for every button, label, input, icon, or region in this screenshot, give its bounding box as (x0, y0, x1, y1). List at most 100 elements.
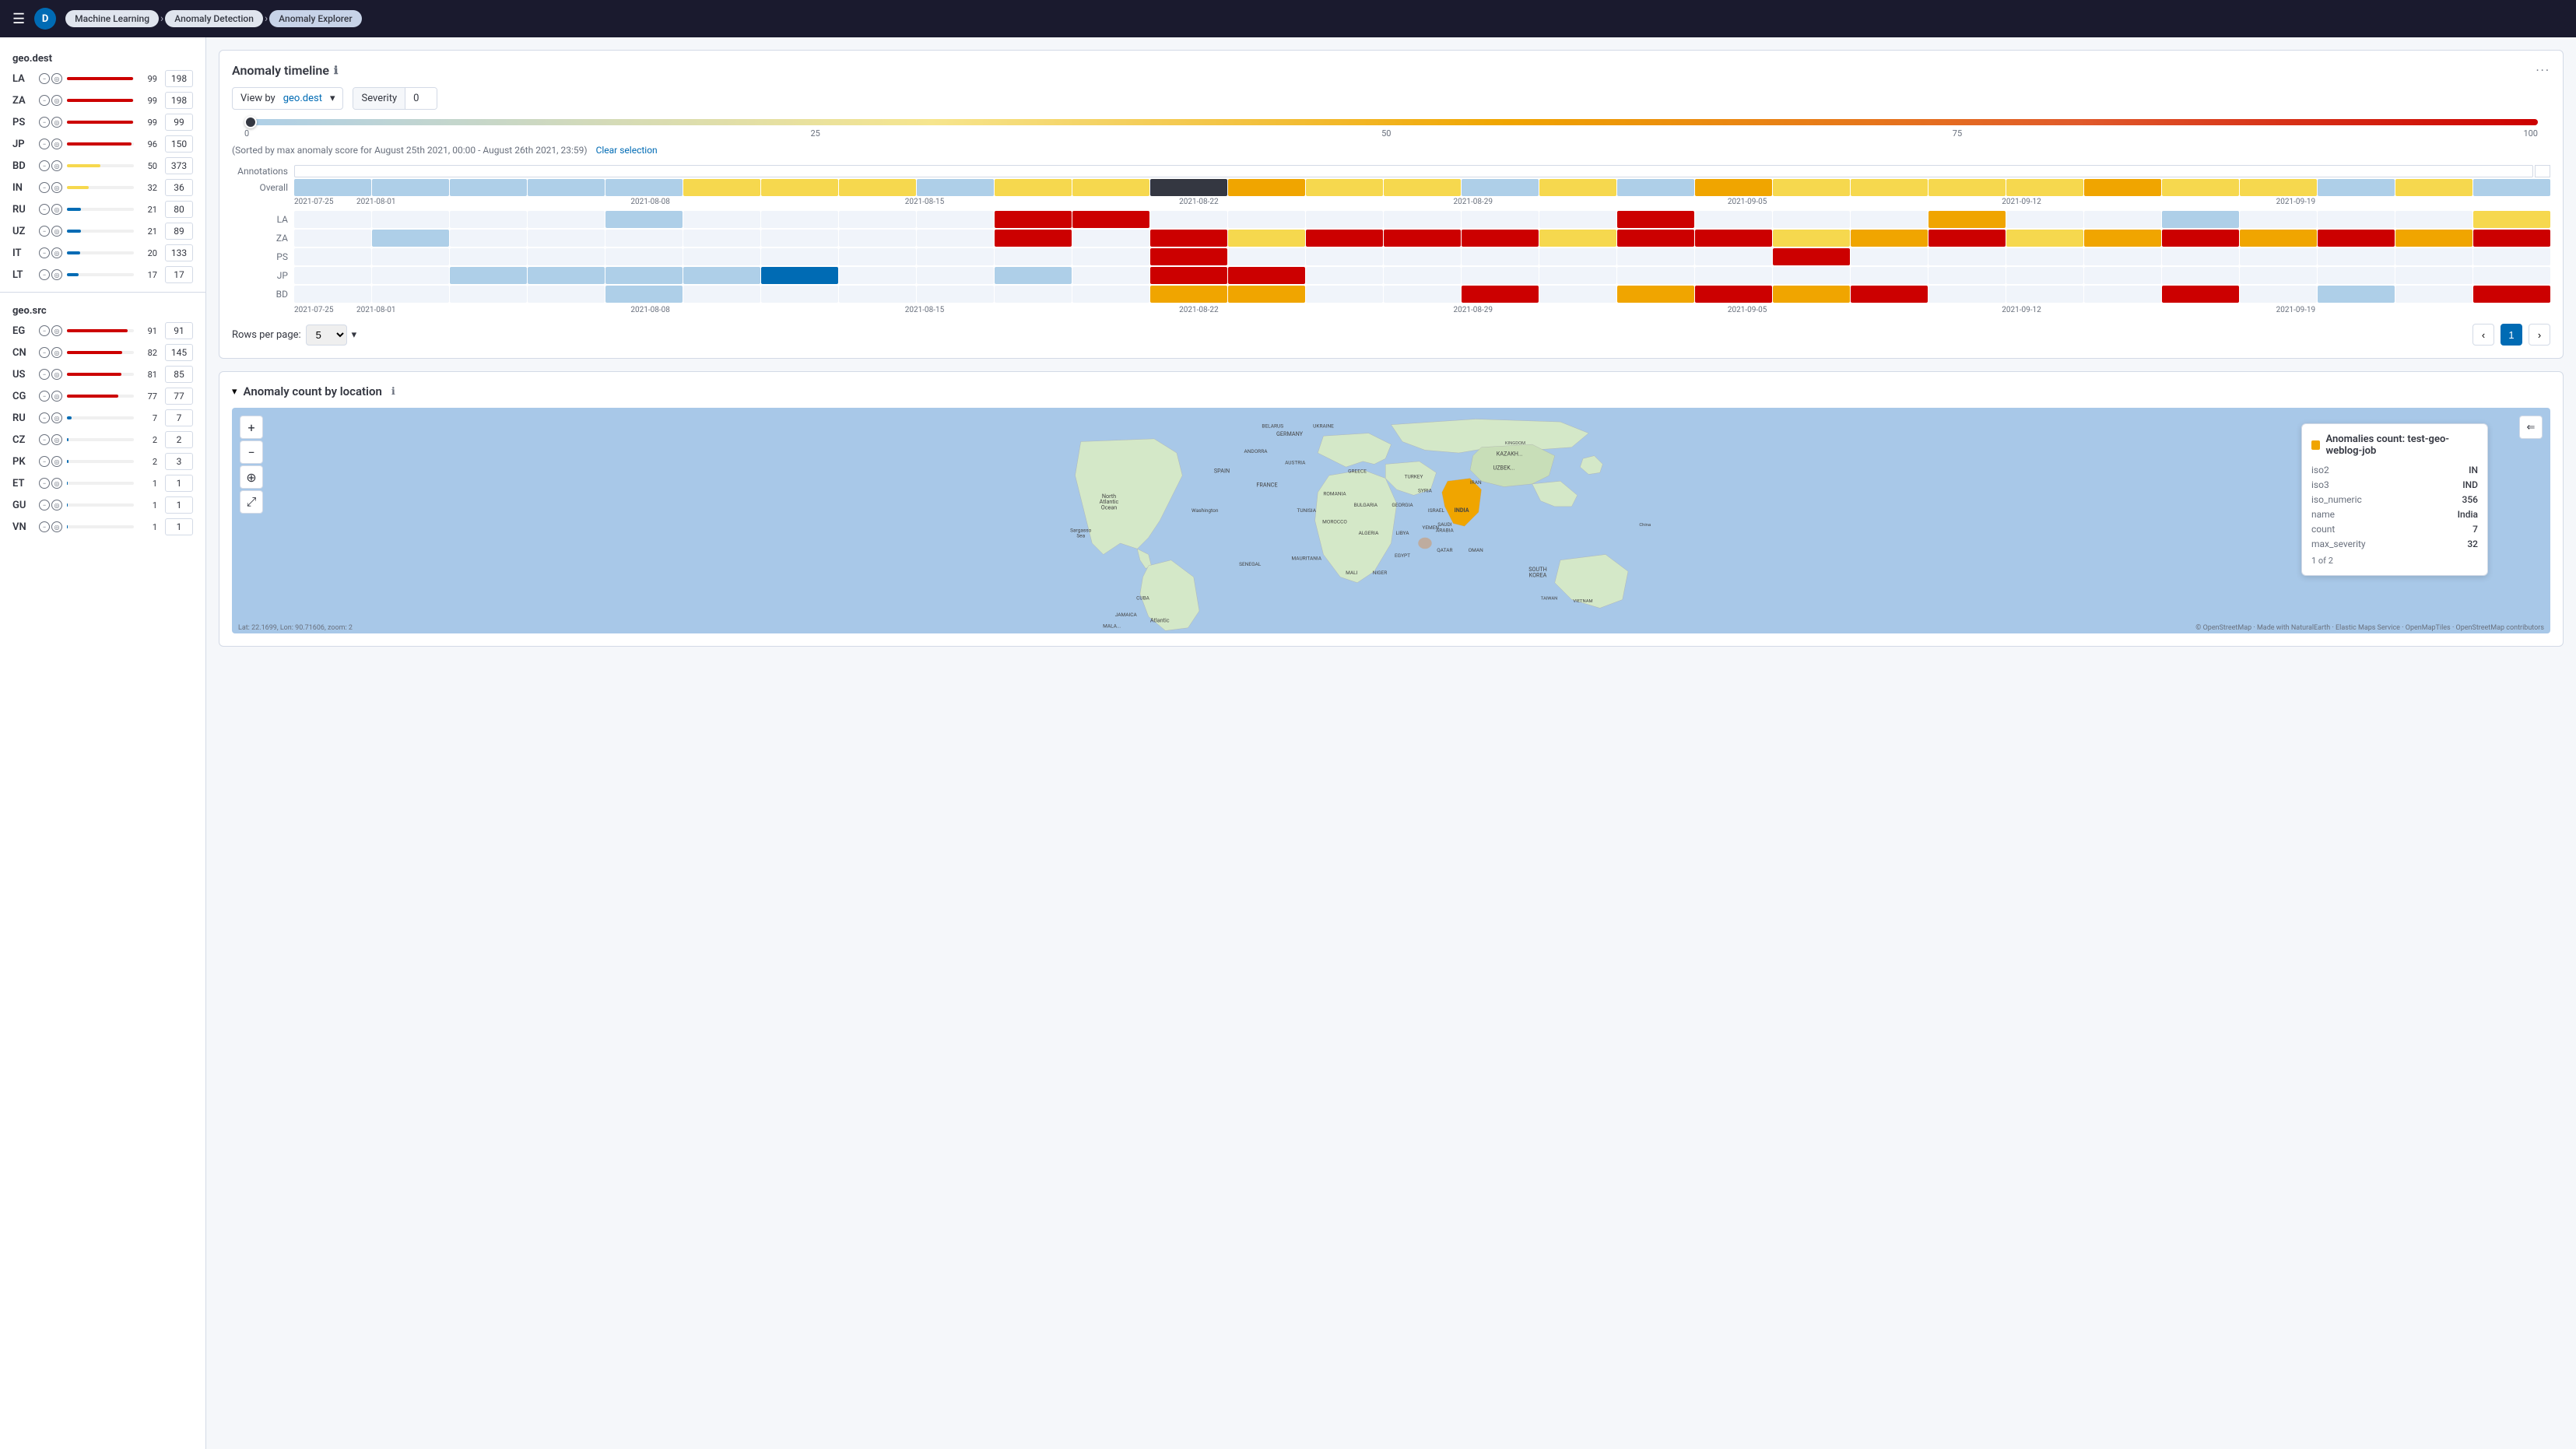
timeline-cell[interactable] (2084, 179, 2161, 196)
compass-icon[interactable]: ⊕ (240, 465, 263, 489)
list-item[interactable]: CN − ◎ 82 145 (0, 342, 205, 363)
circle-icon[interactable]: ◎ (51, 456, 62, 467)
circle-icon[interactable]: ◎ (51, 347, 62, 358)
circle-icon[interactable]: ◎ (51, 269, 62, 280)
timeline-cell[interactable] (1150, 179, 1227, 196)
list-item[interactable]: UZ − ◎ 21 89 (0, 220, 205, 242)
timeline-cell[interactable] (1306, 179, 1383, 196)
severity-value[interactable]: 0 (405, 88, 437, 109)
minus-icon[interactable]: − (39, 226, 50, 237)
list-item[interactable]: IN − ◎ 32 36 (0, 177, 205, 198)
circle-icon[interactable]: ◎ (51, 478, 62, 489)
timeline-cell[interactable] (2240, 179, 2317, 196)
timeline-cell[interactable] (294, 179, 371, 196)
timeline-cell[interactable] (683, 179, 760, 196)
list-item[interactable]: ET − ◎ 1 1 (0, 472, 205, 494)
list-item[interactable]: BD − ◎ 50 373 (0, 155, 205, 177)
circle-icon[interactable]: ◎ (51, 412, 62, 423)
circle-icon[interactable]: ◎ (51, 139, 62, 149)
list-item[interactable]: RU − ◎ 7 7 (0, 407, 205, 429)
minus-icon[interactable]: − (39, 347, 50, 358)
list-item[interactable]: JP − ◎ 96 150 (0, 133, 205, 155)
circle-icon[interactable]: ◎ (51, 95, 62, 106)
minus-icon[interactable]: − (39, 456, 50, 467)
minus-icon[interactable]: − (39, 412, 50, 423)
circle-icon[interactable]: ◎ (51, 160, 62, 171)
timeline-cell[interactable] (995, 179, 1072, 196)
circle-icon[interactable]: ◎ (51, 182, 62, 193)
timeline-cell[interactable] (605, 179, 683, 196)
list-item[interactable]: PS − ◎ 99 99 (0, 111, 205, 133)
minus-icon[interactable]: − (39, 478, 50, 489)
breadcrumb-machine-learning[interactable]: Machine Learning (65, 10, 159, 27)
list-item[interactable]: IT − ◎ 20 133 (0, 242, 205, 264)
minus-icon[interactable]: − (39, 117, 50, 128)
list-item[interactable]: GU − ◎ 1 1 (0, 494, 205, 516)
slider-thumb[interactable] (244, 116, 257, 128)
map-toggle-button[interactable]: ⇐ (2519, 416, 2543, 439)
list-item[interactable]: PK − ◎ 2 3 (0, 451, 205, 472)
list-item[interactable]: LA − ◎ 99 198 (0, 68, 205, 89)
circle-icon[interactable]: ◎ (51, 434, 62, 445)
minus-icon[interactable]: − (39, 73, 50, 84)
next-page-button[interactable]: › (2529, 324, 2550, 346)
minus-icon[interactable]: − (39, 434, 50, 445)
map-collapse-button[interactable]: ▾ (232, 385, 237, 398)
clear-selection-link[interactable]: Clear selection (596, 145, 658, 156)
minus-icon[interactable]: − (39, 204, 50, 215)
circle-icon[interactable]: ◎ (51, 369, 62, 380)
list-item[interactable]: CZ − ◎ 2 2 (0, 429, 205, 451)
circle-icon[interactable]: ◎ (51, 325, 62, 336)
list-item[interactable]: EG − ◎ 91 91 (0, 320, 205, 342)
timeline-cell[interactable] (2318, 179, 2395, 196)
zoom-out-button[interactable]: − (240, 440, 263, 464)
timeline-cell[interactable] (1928, 179, 2006, 196)
minus-icon[interactable]: − (39, 269, 50, 280)
timeline-cell[interactable] (1617, 179, 1694, 196)
minus-icon[interactable]: − (39, 139, 50, 149)
timeline-cell[interactable] (2006, 179, 2083, 196)
timeline-cell[interactable] (1228, 179, 1305, 196)
timeline-cell[interactable] (839, 179, 916, 196)
breadcrumb-anomaly-detection[interactable]: Anomaly Detection (165, 10, 263, 27)
timeline-cell[interactable] (450, 179, 527, 196)
circle-icon[interactable]: ◎ (51, 391, 62, 402)
minus-icon[interactable]: − (39, 247, 50, 258)
timeline-cell[interactable] (2395, 179, 2472, 196)
timeline-cell[interactable] (1695, 179, 1772, 196)
rows-per-page-select[interactable]: 5 10 25 (306, 325, 347, 346)
timeline-cell[interactable] (1072, 179, 1149, 196)
minus-icon[interactable]: − (39, 521, 50, 532)
minus-icon[interactable]: − (39, 500, 50, 510)
timeline-cell[interactable] (2162, 179, 2239, 196)
timeline-cell[interactable] (1851, 179, 1928, 196)
circle-icon[interactable]: ◎ (51, 204, 62, 215)
circle-icon[interactable]: ◎ (51, 521, 62, 532)
minus-icon[interactable]: − (39, 160, 50, 171)
minus-icon[interactable]: − (39, 95, 50, 106)
list-item[interactable]: VN − ◎ 1 1 (0, 516, 205, 538)
prev-page-button[interactable]: ‹ (2472, 324, 2494, 346)
circle-icon[interactable]: ◎ (51, 500, 62, 510)
list-item[interactable]: ZA − ◎ 99 198 (0, 89, 205, 111)
circle-icon[interactable]: ◎ (51, 117, 62, 128)
timeline-cell[interactable] (761, 179, 838, 196)
timeline-cell[interactable] (1384, 179, 1461, 196)
timeline-cell[interactable] (1539, 179, 1616, 196)
hamburger-icon[interactable]: ☰ (12, 11, 25, 27)
severity-slider[interactable]: 0 25 50 75 100 (232, 119, 2550, 139)
timeline-cell[interactable] (1773, 179, 1850, 196)
list-item[interactable]: US − ◎ 81 85 (0, 363, 205, 385)
circle-icon[interactable]: ◎ (51, 73, 62, 84)
circle-icon[interactable]: ◎ (51, 226, 62, 237)
list-item[interactable]: LT − ◎ 17 17 (0, 264, 205, 286)
timeline-cell[interactable] (1462, 179, 1539, 196)
timeline-cell[interactable] (2473, 179, 2550, 196)
timeline-cell[interactable] (372, 179, 449, 196)
zoom-in-button[interactable]: + (240, 416, 263, 439)
minus-icon[interactable]: − (39, 182, 50, 193)
list-item[interactable]: CG − ◎ 77 77 (0, 385, 205, 407)
timeline-cell[interactable] (917, 179, 994, 196)
minus-icon[interactable]: − (39, 325, 50, 336)
fullscreen-icon[interactable]: ⤢ (240, 490, 263, 514)
